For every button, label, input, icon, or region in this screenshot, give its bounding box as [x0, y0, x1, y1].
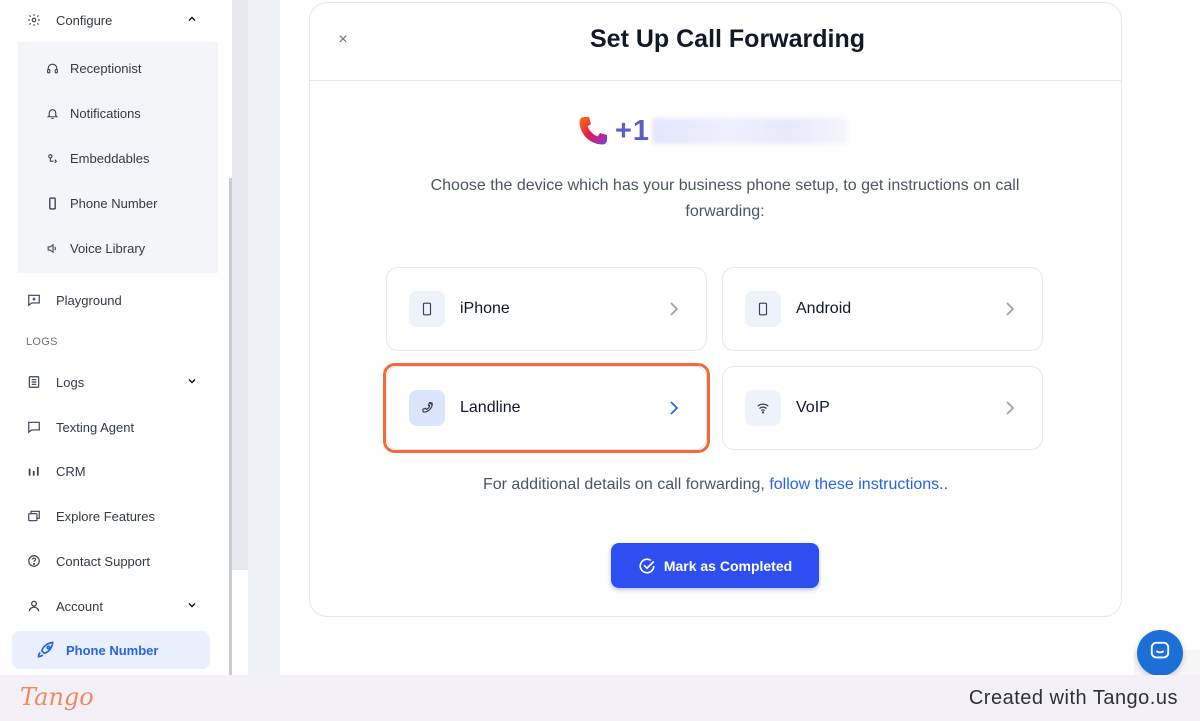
created-with-text: Created with Tango.us	[968, 687, 1178, 709]
device-label: Android	[796, 300, 852, 317]
chevron-up-icon[interactable]	[186, 13, 198, 28]
headset-icon	[45, 61, 59, 75]
phone-icon	[575, 113, 611, 149]
sidebar-item-label: Texting Agent	[56, 419, 135, 435]
additional-prefix: For additional details on call forwardin…	[482, 476, 770, 493]
smartphone-icon	[45, 196, 59, 210]
right-margin	[1152, 0, 1200, 675]
chevron-right-icon	[668, 399, 680, 417]
device-label: iPhone	[460, 300, 510, 317]
instruction-text: Choose the device which has your busines…	[430, 177, 1020, 220]
check-circle-icon	[638, 557, 656, 575]
sidebar-item-label: Logs	[56, 374, 85, 390]
sidebar: Configure Receptionist Notifications Emb…	[0, 0, 232, 675]
bar-chart-icon	[26, 463, 42, 479]
device-card-voip[interactable]: VoIP	[722, 366, 1043, 450]
sidebar-item-label: Phone Number	[66, 642, 159, 658]
divider	[232, 570, 248, 675]
sidebar-item-logs[interactable]: Logs	[26, 364, 196, 400]
sidebar-item-label: Playground	[56, 292, 122, 308]
sidebar-item-label: Contact Support	[56, 553, 150, 569]
sidebar-item-playground[interactable]: Playground	[26, 282, 122, 318]
device-card-android[interactable]: Android	[722, 267, 1043, 351]
help-circle-icon	[26, 553, 42, 569]
mark-as-completed-button[interactable]: Mark as Completed	[611, 543, 819, 588]
chevron-down-icon[interactable]	[186, 375, 198, 390]
list-icon	[26, 374, 42, 390]
sidebar-item-notifications[interactable]: Notifications	[45, 98, 141, 128]
sidebar-item-label: Voice Library	[70, 240, 146, 256]
sidebar-item-label: Notifications	[70, 105, 141, 121]
sidebar-item-texting-agent[interactable]: Texting Agent	[26, 409, 134, 445]
sidebar-item-label: Account	[56, 598, 103, 614]
device-label: Landline	[460, 399, 521, 416]
speaker-icon	[45, 241, 59, 255]
phone-number-redacted	[652, 118, 849, 144]
sidebar-item-phone-number[interactable]: Phone Number	[45, 188, 157, 218]
sidebar-item-receptionist[interactable]: Receptionist	[45, 53, 142, 83]
sidebar-item-embeddables[interactable]: Embeddables	[45, 143, 150, 173]
rocket-icon	[36, 640, 56, 660]
device-card-landline[interactable]: Landline	[386, 366, 707, 450]
user-icon	[26, 598, 42, 614]
sidebar-item-label: Receptionist	[70, 60, 142, 76]
tango-logo: Tango	[20, 683, 94, 711]
modal-title: Set Up Call Forwarding	[589, 25, 866, 53]
device-card-iphone[interactable]: iPhone	[386, 267, 707, 351]
sidebar-item-contact-support[interactable]: Contact Support	[26, 543, 150, 579]
embed-icon	[45, 151, 59, 165]
sidebar-item-voice-library[interactable]: Voice Library	[45, 233, 145, 263]
chevron-right-icon	[1004, 399, 1016, 417]
wifi-icon	[745, 390, 781, 426]
chevron-down-icon[interactable]	[186, 599, 198, 614]
instructions-link[interactable]: follow these instructions	[769, 476, 939, 493]
device-label: VoIP	[796, 399, 830, 416]
playground-icon	[26, 292, 42, 308]
sidebar-item-label: Embeddables	[70, 150, 150, 166]
smartphone-icon	[409, 291, 445, 327]
button-label: Mark as Completed	[663, 557, 793, 574]
business-phone-number: +1	[575, 113, 849, 149]
sidebar-item-configure[interactable]: Configure	[26, 2, 196, 38]
section-label-logs: LOGS	[26, 336, 58, 348]
sidebar-item-crm[interactable]: CRM	[26, 453, 86, 489]
gear-icon	[26, 12, 42, 28]
phone-icon	[409, 390, 445, 426]
phone-number-text: +1	[615, 114, 651, 147]
sidebar-item-account[interactable]: Account	[26, 588, 196, 624]
chat-icon	[1149, 640, 1171, 667]
sidebar-item-explore-features[interactable]: Explore Features	[26, 498, 155, 534]
sidebar-item-label: CRM	[56, 463, 86, 479]
sidebar-item-label: Phone Number	[70, 195, 158, 211]
layers-icon	[26, 508, 42, 524]
bell-icon	[45, 106, 59, 120]
chevron-right-icon	[668, 300, 680, 318]
tango-footer: Tango Created with Tango.us	[0, 675, 1200, 721]
message-icon	[26, 419, 42, 435]
sidebar-item-phone-number-active[interactable]: Phone Number	[12, 631, 210, 669]
smartphone-icon	[745, 291, 781, 327]
chevron-right-icon	[1004, 300, 1016, 318]
chat-widget-button[interactable]	[1137, 630, 1183, 676]
call-forwarding-modal: × Set Up Call Forwarding +1 Choose the d…	[309, 2, 1122, 617]
additional-details: For additional details on call forwardin…	[310, 476, 1121, 494]
sidebar-item-label: Configure	[56, 12, 113, 28]
sidebar-item-label: Explore Features	[56, 508, 155, 524]
additional-suffix: ..	[939, 476, 949, 493]
